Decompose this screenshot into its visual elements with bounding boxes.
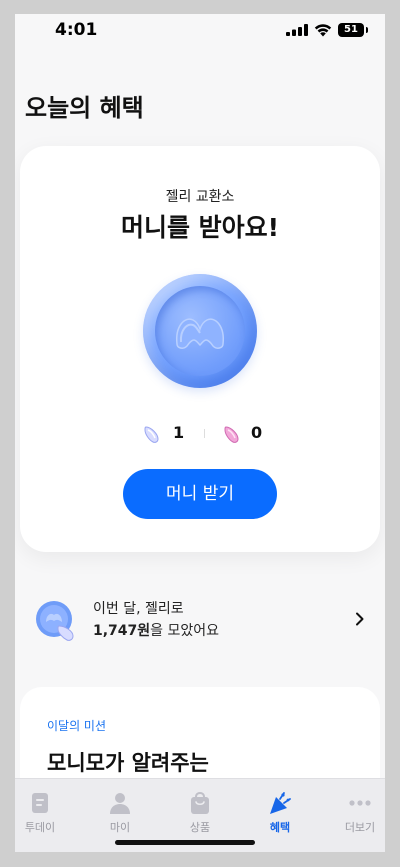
- summary-line-1: 이번 달, 젤리로: [93, 601, 184, 617]
- blue-jelly-count: 1: [173, 423, 185, 442]
- pink-jelly-icon: [224, 426, 239, 443]
- battery-level: 51: [344, 24, 358, 35]
- tab-label: 더보기: [344, 821, 376, 834]
- summary-line-2: 1,747원을 모았어요: [93, 620, 219, 640]
- summary-suffix: 을 모았어요: [150, 623, 220, 639]
- shopping-bag-icon: [191, 791, 209, 814]
- mission-title: 모니모가 알려주는: [47, 751, 209, 775]
- person-icon: [110, 793, 130, 814]
- tab-label: 혜택: [269, 821, 291, 834]
- status-time: 4:01: [55, 20, 98, 40]
- coin-jelly-icon: [36, 601, 74, 641]
- party-popper-icon: [270, 792, 291, 814]
- page-title: 오늘의 혜택: [25, 94, 144, 122]
- mission-tag: 이달의 미션: [47, 719, 107, 733]
- status-bar: 4:01 51: [15, 14, 385, 50]
- tab-label: 마이: [109, 821, 131, 834]
- exchange-card-title: 머니를 받아요!: [120, 213, 280, 242]
- jelly-exchange-card: 젤리 교환소 머니를 받아요! 1 0 머니 받기: [20, 146, 380, 552]
- more-dots-icon: [349, 800, 371, 806]
- blue-jelly-icon: [144, 426, 159, 443]
- battery-indicator: 51: [338, 23, 368, 37]
- summary-amount: 1,747원: [93, 623, 151, 639]
- tab-more[interactable]: 더보기: [323, 779, 385, 852]
- jelly-count-row: 1 0: [20, 422, 380, 446]
- tab-label: 상품: [189, 821, 211, 834]
- home-indicator: [115, 840, 255, 845]
- pink-jelly-count: 0: [251, 423, 263, 442]
- cellular-signal-icon: [286, 24, 308, 36]
- app-screen: 4:01 51 오늘의 혜택 젤리 교환소 머니를 받아요! 1 0 머니 받기…: [15, 14, 385, 852]
- wifi-icon: [314, 24, 332, 37]
- receive-money-button[interactable]: 머니 받기: [123, 469, 277, 519]
- tab-label: 투데이: [24, 821, 56, 834]
- chevron-right-icon: [356, 612, 364, 626]
- exchange-card-subtitle: 젤리 교환소: [165, 189, 235, 205]
- document-icon: [32, 793, 48, 813]
- money-coin-icon: [143, 274, 257, 388]
- jelly-divider: [204, 429, 205, 438]
- tab-today[interactable]: 투데이: [15, 779, 77, 852]
- monthly-jelly-summary[interactable]: 이번 달, 젤리로 1,747원을 모았어요: [15, 588, 385, 652]
